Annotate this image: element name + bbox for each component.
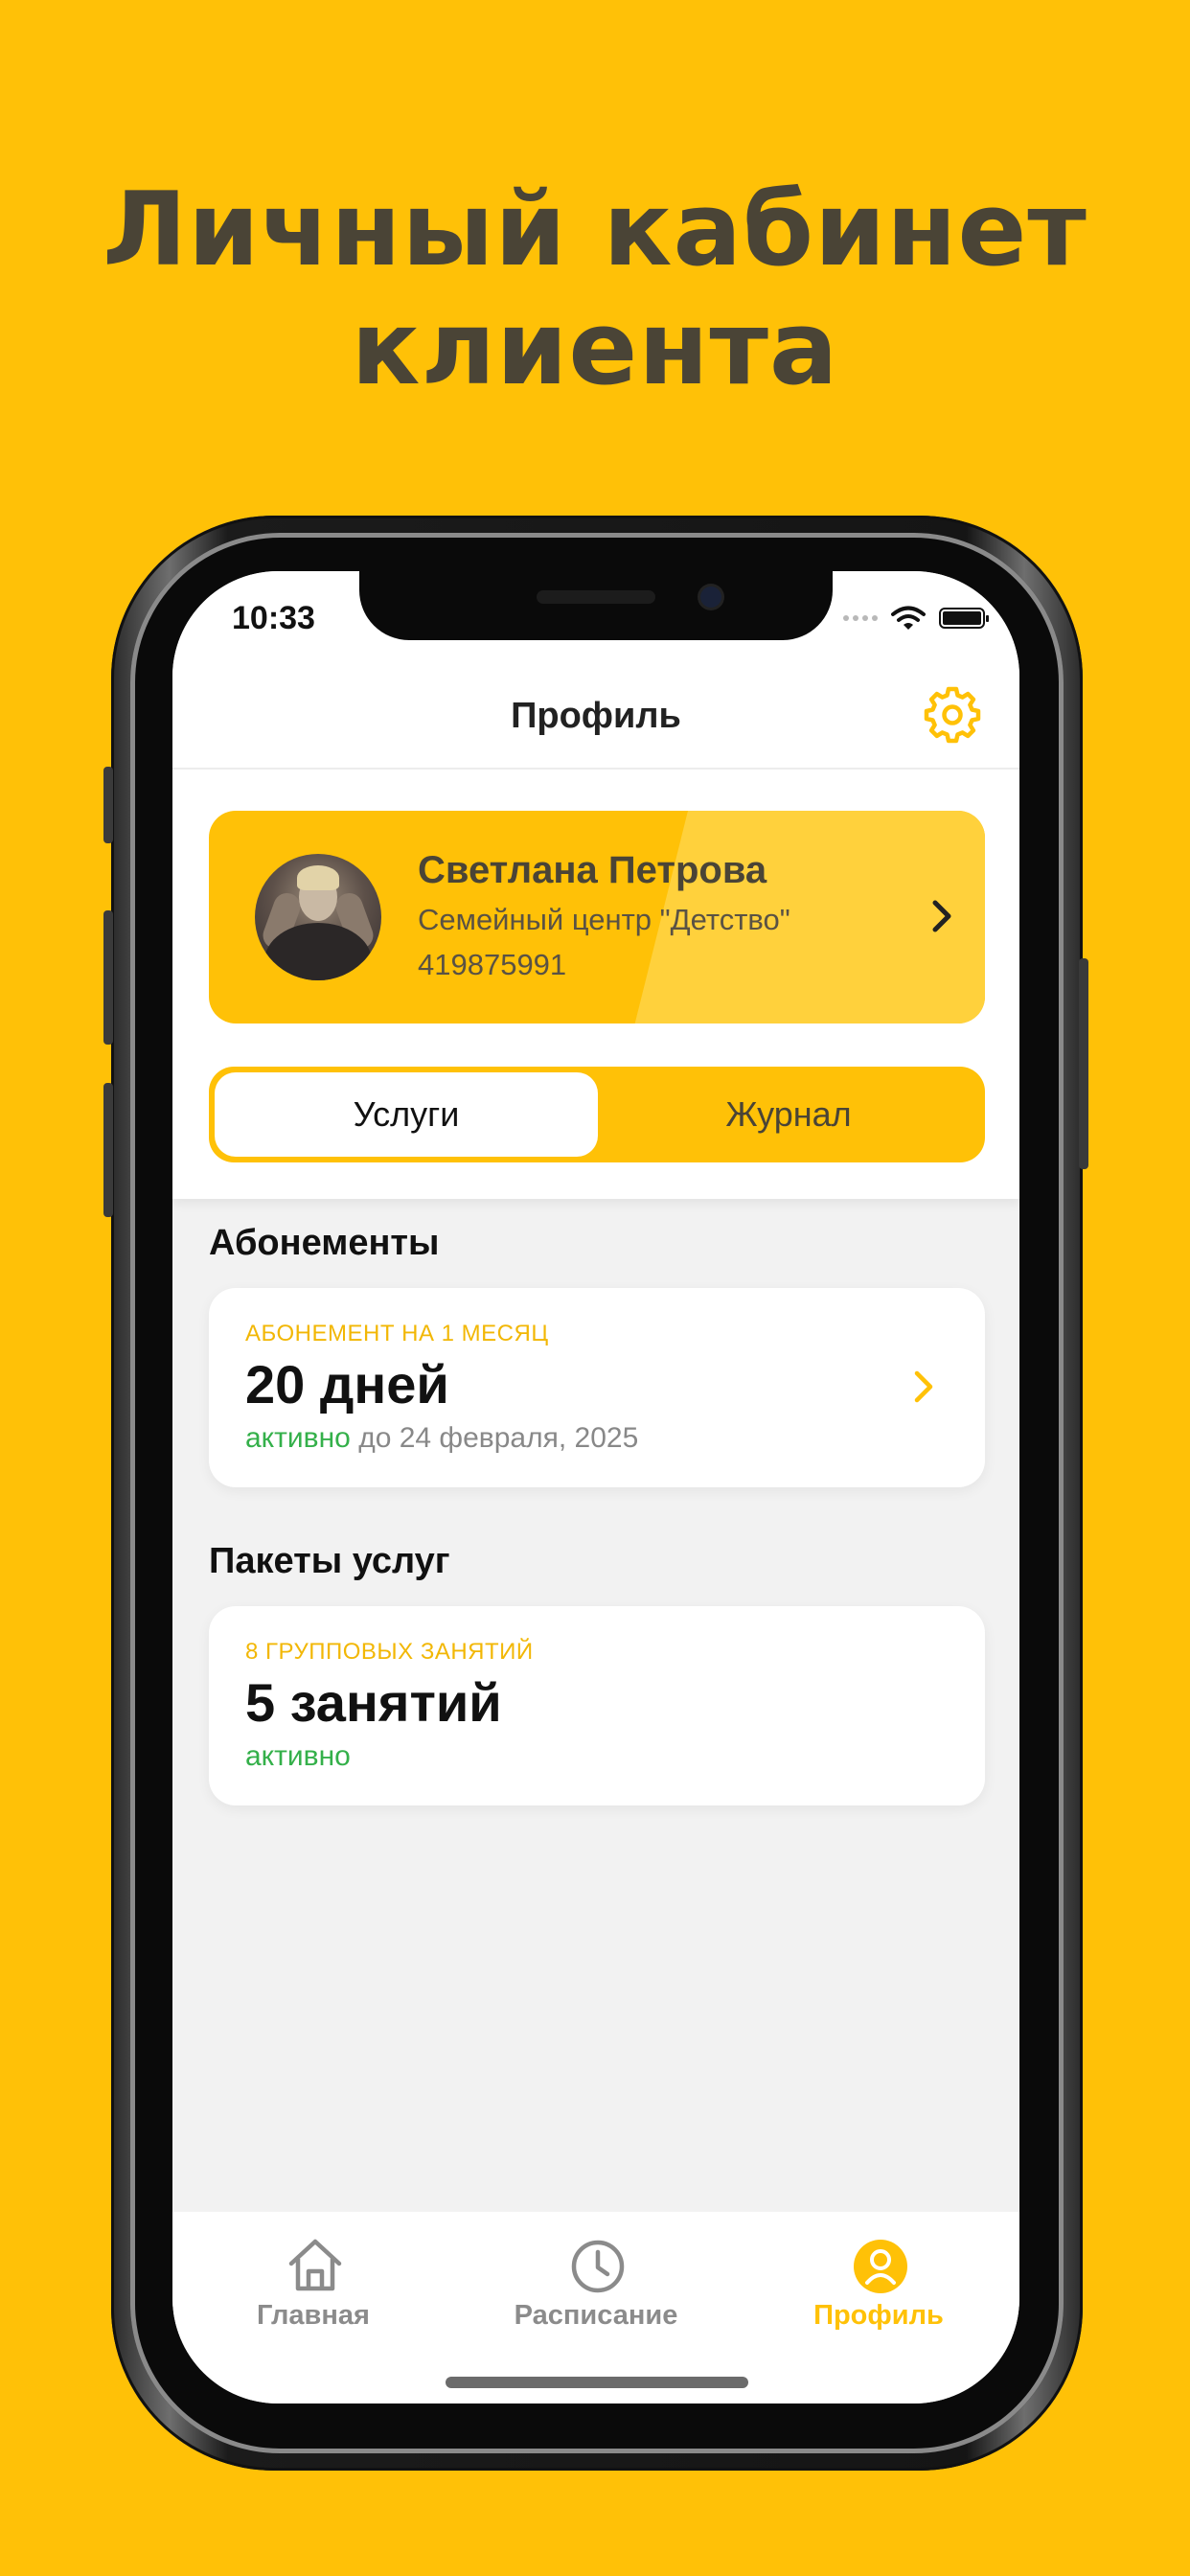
profile-card[interactable]: Светлана Петрова Семейный центр "Детство… (209, 811, 985, 1024)
volume-up-button (103, 910, 113, 1045)
tab-services[interactable]: Услуги (215, 1067, 598, 1162)
avatar (255, 854, 381, 980)
tab-journal[interactable]: Журнал (597, 1067, 980, 1162)
wifi-icon (891, 606, 926, 630)
package-status: активно (245, 1740, 351, 1772)
tabbar-label-home: Главная (257, 2300, 370, 2331)
profile-organization: Семейный центр "Детство" (418, 903, 790, 936)
page-title: Профиль (511, 696, 681, 736)
gear-icon[interactable] (924, 686, 981, 744)
package-card[interactable]: 8 ГРУППОВЫХ ЗАНЯТИЙ 5 занятий активно (209, 1606, 985, 1806)
tabbar-item-home[interactable]: Главная (172, 2212, 454, 2346)
tab-bar: Главная Расписание Профиль (172, 2212, 1019, 2404)
power-button (1079, 958, 1088, 1169)
subscription-until: до 24 февраля, 2025 (358, 1422, 639, 1454)
subscription-status: активно (245, 1422, 351, 1454)
promo-title: Личный кабинет клиента (0, 171, 1190, 408)
home-indicator[interactable] (446, 2377, 748, 2388)
battery-icon (939, 608, 989, 629)
chevron-right-icon (914, 1370, 933, 1403)
tabbar-item-schedule[interactable]: Расписание (455, 2212, 737, 2346)
volume-down-button (103, 1083, 113, 1217)
signal-icon (843, 615, 878, 621)
status-icons (843, 606, 989, 631)
home-icon (288, 2239, 342, 2291)
profile-id: 419875991 (418, 948, 567, 981)
tabbar-item-profile[interactable]: Профиль (738, 2212, 1019, 2346)
tabbar-label-schedule: Расписание (514, 2300, 678, 2331)
subscription-status-line: активно до 24 февраля, 2025 (245, 1422, 638, 1455)
package-value: 5 занятий (245, 1672, 502, 1733)
subscription-card[interactable]: АБОНЕМЕНТ НА 1 МЕСЯЦ 20 дней активно до … (209, 1288, 985, 1487)
notch (359, 571, 833, 640)
profile-icon (854, 2240, 907, 2293)
package-caption: 8 ГРУППОВЫХ ЗАНЯТИЙ (245, 1639, 534, 1665)
packages-title: Пакеты услуг (209, 1541, 450, 1581)
header-area: 10:33 Профиль Светлана Петрова Семейный … (172, 571, 1019, 1199)
header-divider (172, 768, 1019, 770)
mute-switch (103, 767, 113, 843)
promo-title-line1: Личный кабинет (103, 171, 1087, 288)
front-camera (700, 586, 721, 608)
profile-name: Светлана Петрова (418, 849, 767, 891)
subscription-value: 20 дней (245, 1354, 449, 1414)
promo-title-line2: клиента (351, 289, 839, 407)
status-time: 10:33 (232, 600, 315, 636)
subscription-caption: АБОНЕМЕНТ НА 1 МЕСЯЦ (245, 1321, 549, 1346)
tabbar-label-profile: Профиль (813, 2300, 944, 2331)
package-status-line: активно (245, 1740, 351, 1773)
clock-icon (571, 2240, 625, 2293)
speaker (537, 590, 655, 604)
chevron-right-icon (932, 900, 951, 932)
phone-screen: 10:33 Профиль Светлана Петрова Семейный … (172, 571, 1019, 2404)
segmented-control: Услуги Журнал (209, 1067, 985, 1162)
subscriptions-title: Абонементы (209, 1223, 440, 1263)
